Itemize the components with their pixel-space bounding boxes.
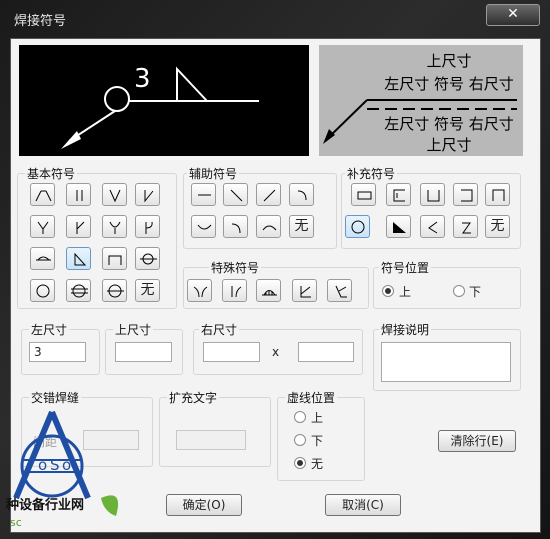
supp-symbols-label: 补充符号 [345, 165, 398, 182]
special-stud-symbol[interactable] [256, 279, 281, 302]
aux-convex-diag-symbol[interactable] [223, 183, 248, 206]
watermark-url: sc [10, 516, 22, 529]
dash-none-label: 无 [311, 457, 324, 471]
close-button[interactable]: ✕ [486, 4, 540, 26]
layout-line-3: 左尺寸 符号 右尺寸 [384, 115, 514, 133]
dash-top-label: 上 [311, 411, 324, 425]
supp-three-side-symbol[interactable] [386, 183, 411, 206]
aux-curve-symbol[interactable] [289, 183, 314, 206]
aux-none-label: 无 [294, 218, 309, 234]
basic-none-button[interactable]: 无 [135, 279, 160, 302]
basic-u-groove-symbol[interactable] [102, 215, 127, 238]
supp-angle-symbol[interactable] [420, 215, 445, 238]
window-title: 焊接符号 [14, 14, 67, 29]
supp-all-around-symbol[interactable] [345, 215, 370, 238]
basic-j-groove-symbol[interactable] [135, 215, 160, 238]
arrow-head [61, 131, 81, 149]
dash-position-label: 虚线位置 [285, 389, 338, 406]
svg-text:o: o [38, 456, 47, 474]
basic-bevel-land-symbol[interactable] [66, 215, 91, 238]
dash-bottom-label: 下 [311, 434, 324, 448]
layout-line-1: 上尺寸 [426, 52, 471, 70]
all-around-circle [104, 86, 130, 112]
left-size-input[interactable]: 3 [29, 342, 86, 362]
extended-text-input[interactable] [176, 430, 246, 450]
basic-symbols-label: 基本符号 [25, 165, 78, 182]
supp-none-label: 无 [490, 218, 505, 234]
basic-spot-through-symbol[interactable] [66, 279, 91, 302]
dash-bottom-radio[interactable] [294, 434, 306, 446]
special-symbols-label: 特殊符号 [209, 259, 262, 276]
layout-line-4: 上尺寸 [426, 136, 471, 154]
basic-fillet-symbol[interactable] [66, 247, 91, 270]
cancel-button[interactable]: 取消(C) [325, 494, 401, 516]
top-size-input[interactable] [115, 342, 172, 362]
right-size-label: 右尺寸 [199, 321, 240, 338]
watermark-logo: o S o 种设备行业网 sc [6, 408, 126, 536]
basic-flare-v-symbol[interactable] [30, 183, 55, 206]
count-input[interactable] [298, 342, 354, 362]
basic-none-label: 无 [140, 282, 155, 298]
position-bottom-radio[interactable] [453, 285, 465, 297]
aux-symbols-label: 辅助符号 [187, 165, 240, 182]
special-edge-bevel-symbol[interactable] [327, 279, 352, 302]
times-sign: x [272, 345, 280, 359]
aux-none-button[interactable]: 无 [289, 215, 314, 238]
basic-seam-symbol[interactable] [135, 247, 160, 270]
top-size-label: 上尺寸 [113, 321, 154, 338]
special-flare-symbol[interactable] [187, 279, 212, 302]
ok-button[interactable]: 确定(O) [166, 494, 242, 516]
basic-y-groove-symbol[interactable] [30, 215, 55, 238]
supp-arch-symbol[interactable] [485, 183, 510, 206]
right-size-input[interactable] [203, 342, 260, 362]
aux-flush-symbol[interactable] [191, 183, 216, 206]
supp-bracket-symbol[interactable] [453, 183, 478, 206]
basic-bevel-groove-symbol[interactable] [135, 183, 160, 206]
basic-square-groove-symbol[interactable] [66, 183, 91, 206]
layout-diagram: 上尺寸 左尺寸 符号 右尺寸 左尺寸 符号 右尺寸 上尺寸 [323, 52, 517, 154]
position-bottom-label: 下 [469, 285, 482, 299]
supp-field-weld-symbol[interactable] [386, 215, 411, 238]
watermark-text: 种设备行业网 [6, 498, 85, 513]
weld-note-label: 焊接说明 [379, 321, 432, 338]
special-flare-bevel-symbol[interactable] [222, 279, 247, 302]
svg-text:S: S [50, 456, 60, 474]
weld-symbol-dialog: 焊接符号 ✕ 3 上尺寸 左尺寸 符号 右尺寸 左尺寸 符号 右尺寸 上尺寸 基… [0, 0, 550, 539]
dash-none-radio[interactable] [294, 457, 306, 469]
dash-top-radio[interactable] [294, 411, 306, 423]
left-size-label: 左尺寸 [29, 321, 70, 338]
layout-preview: 上尺寸 左尺寸 符号 右尺寸 左尺寸 符号 右尺寸 上尺寸 [319, 45, 523, 156]
layout-line-2: 左尺寸 符号 右尺寸 [384, 75, 514, 93]
position-top-radio[interactable] [382, 285, 394, 297]
basic-v-groove-symbol[interactable] [102, 183, 127, 206]
basic-seam-through-symbol[interactable] [102, 279, 127, 302]
title-bar: 焊接符号 ✕ [0, 0, 550, 36]
supp-u-shape-symbol[interactable] [420, 183, 445, 206]
symbol-position-label: 符号位置 [379, 259, 432, 276]
aux-slant-symbol[interactable] [256, 183, 281, 206]
symbol-preview: 3 [19, 45, 309, 156]
clear-row-button[interactable]: 清除行(E) [438, 430, 516, 452]
basic-spot-symbol[interactable] [30, 279, 55, 302]
aux-convex-symbol[interactable] [256, 215, 281, 238]
weld-note-input[interactable] [381, 342, 511, 382]
fillet-symbol-mark [176, 66, 208, 102]
aux-toe-symbol[interactable] [223, 215, 248, 238]
position-top-label: 上 [399, 285, 412, 299]
supp-none-button[interactable]: 无 [485, 215, 510, 238]
supp-backing-strip-symbol[interactable] [351, 183, 376, 206]
staggered-label: 交错焊缝 [29, 389, 82, 406]
watermark-emblem: o S o [13, 410, 119, 516]
weld-symbol-drawing: 3 [61, 64, 259, 149]
svg-text:o: o [62, 456, 71, 474]
extended-text-label: 扩充文字 [167, 389, 220, 406]
basic-backing-symbol[interactable] [30, 247, 55, 270]
supp-z-symbol[interactable] [453, 215, 478, 238]
preview-size-text: 3 [134, 64, 151, 94]
special-edge-symbol[interactable] [292, 279, 317, 302]
aux-concave-symbol[interactable] [191, 215, 216, 238]
basic-plug-symbol[interactable] [102, 247, 127, 270]
